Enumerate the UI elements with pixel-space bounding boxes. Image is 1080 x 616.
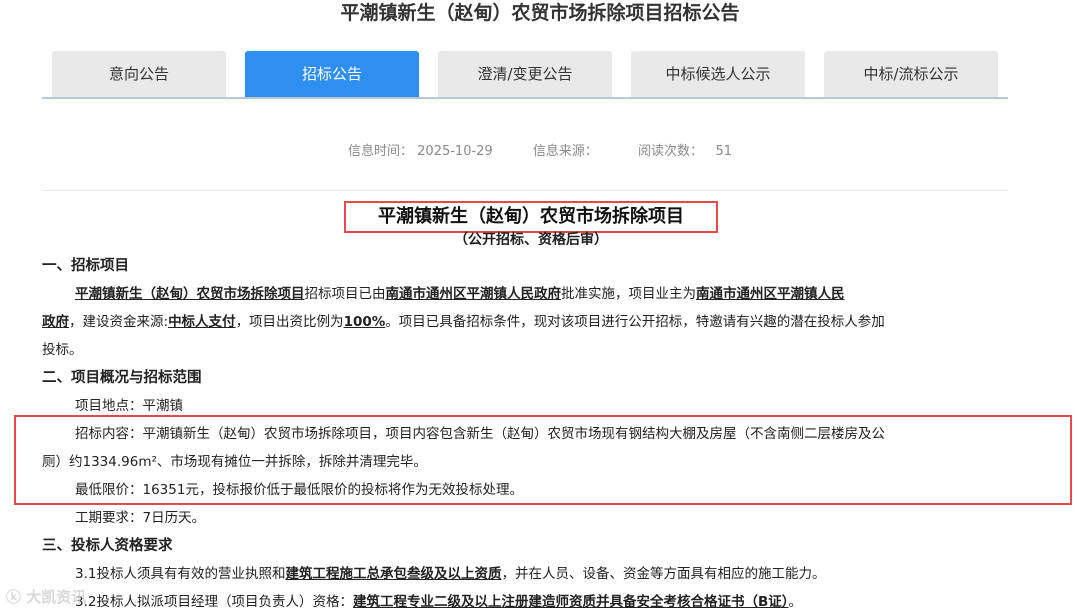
p1-text-1: 招标项目已由 bbox=[304, 286, 386, 302]
p1-text-4: ，项目出资比例为 bbox=[235, 314, 344, 330]
info-source: 信息来源： bbox=[532, 144, 598, 159]
tab-tender-notice[interactable]: 招标公告 bbox=[245, 51, 419, 97]
owner-name: 南通市通州区平潮镇人民 bbox=[696, 286, 845, 302]
project-name-link: 平潮镇新生（赵甸）农贸市场拆除项目 bbox=[75, 286, 305, 302]
tab-clarification-notice[interactable]: 澄清/变更公告 bbox=[438, 51, 612, 97]
owner-name-cont: 政府 bbox=[42, 314, 69, 330]
section-1-heading: 一、招标项目 bbox=[42, 258, 129, 274]
info-time-value: 2025-10-29 bbox=[417, 144, 493, 159]
content-highlight-box bbox=[14, 415, 1072, 505]
construction-period: 工期要求：7日历天。 bbox=[75, 510, 206, 526]
q1-text-2: ，并在人员、设备、资金等方面具有相应的施工能力。 bbox=[501, 566, 826, 582]
notice-tabs: 意向公告 招标公告 澄清/变更公告 中标候选人公示 中标/流标公示 bbox=[52, 51, 1002, 97]
p1-text-2: 批准实施，项目业主为 bbox=[561, 286, 696, 302]
q1-requirement: 建筑工程施工总承包叁级及以上资质 bbox=[285, 566, 502, 582]
document-title: 平潮镇新生（赵甸）农贸市场拆除项目 bbox=[378, 206, 684, 227]
info-views-value: 51 bbox=[715, 144, 732, 159]
info-meta: 信息时间： 2025-10-29 信息来源： 阅读次数： 51 bbox=[0, 140, 1080, 159]
tab-underline bbox=[42, 97, 1008, 99]
q2-text-2: 。 bbox=[788, 594, 803, 610]
watermark-logo-icon: ⓚ bbox=[6, 588, 22, 606]
info-views: 阅读次数： 51 bbox=[638, 144, 732, 159]
page-title: 平潮镇新生（赵甸）农贸市场拆除项目招标公告 bbox=[340, 2, 740, 24]
info-views-label: 阅读次数： bbox=[638, 144, 704, 159]
tab-award-notice[interactable]: 中标/流标公示 bbox=[824, 51, 998, 97]
p1-text-5: 。项目已具备招标条件，现对该项目进行公开招标，特邀请有兴趣的潜在投标人参加 bbox=[385, 314, 885, 330]
q2-requirement: 建筑工程专业二级及以上注册建造师资质并具备安全考核合格证书（B证） bbox=[352, 594, 789, 610]
paragraph-1-line-2: 政府，建设资金来源:中标人支付，项目出资比例为100%。项目已具备招标条件，现对… bbox=[42, 308, 885, 336]
section-3-heading: 三、投标人资格要求 bbox=[42, 538, 173, 554]
info-time-label: 信息时间： bbox=[348, 144, 414, 159]
p1-text-3: ，建设资金来源: bbox=[69, 314, 169, 330]
watermark-text: 大凯资讯 bbox=[26, 588, 87, 606]
paragraph-1-line-1: 平潮镇新生（赵甸）农贸市场拆除项目招标项目已由南通市通州区平潮镇人民政府批准实施… bbox=[75, 280, 845, 308]
fund-ratio: 100% bbox=[343, 314, 386, 330]
qualification-3-1: 3.1投标人须具有有效的营业执照和建筑工程施工总承包叁级及以上资质，并在人员、设… bbox=[75, 560, 825, 588]
tab-candidate-notice[interactable]: 中标候选人公示 bbox=[631, 51, 805, 97]
approver-name: 南通市通州区平潮镇人民政府 bbox=[385, 286, 562, 302]
info-time: 信息时间： 2025-10-29 bbox=[348, 144, 493, 159]
meta-divider bbox=[42, 190, 1008, 191]
tab-intent-notice[interactable]: 意向公告 bbox=[52, 51, 226, 97]
watermark: ⓚ 大凯资讯 bbox=[6, 586, 86, 608]
document-subtitle: （公开招标、资格后审） bbox=[454, 232, 608, 245]
qualification-3-2: 3.2投标人拟派项目经理（项目负责人）资格：建筑工程专业二级及以上注册建造师资质… bbox=[75, 588, 802, 616]
section-2-heading: 二、项目概况与招标范围 bbox=[42, 370, 202, 386]
paragraph-1-line-3: 投标。 bbox=[42, 342, 83, 358]
q1-text-1: 3.1投标人须具有有效的营业执照和 bbox=[75, 566, 286, 582]
q2-text-1: 3.2投标人拟派项目经理（项目负责人）资格： bbox=[75, 594, 353, 610]
fund-source: 中标人支付 bbox=[168, 314, 236, 330]
